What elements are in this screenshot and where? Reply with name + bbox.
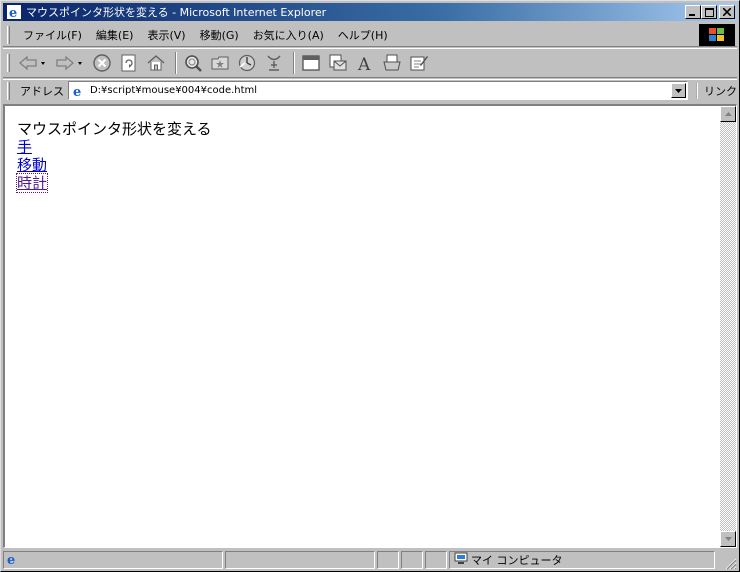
home-icon [147,55,165,71]
address-dropdown-button[interactable] [671,83,686,98]
print-button[interactable] [380,51,404,75]
standard-toolbar: A [3,48,737,78]
page-heading: マウスポインタ形状を変える [17,120,212,138]
maximize-icon [704,7,714,17]
status-page-icon: e [6,552,20,569]
vertical-scrollbar[interactable] [720,106,736,547]
chevron-down-icon [675,88,682,93]
mail-icon [329,54,347,71]
menu-favorites[interactable]: お気に入り(A) [246,25,331,45]
links-button[interactable]: リンク [696,82,737,99]
channels-icon [267,55,281,71]
close-button[interactable] [719,5,735,19]
link-hand[interactable]: 手 [17,138,212,156]
title-bar[interactable]: e マウスポインタ形状を変える - Microsoft Internet Exp… [3,3,737,21]
status-main-panel: e [3,551,223,569]
menu-view[interactable]: 表示(V) [140,25,192,45]
minimize-button[interactable] [685,5,701,19]
minimize-icon [689,14,695,16]
favorites-button[interactable] [208,51,232,75]
scroll-up-button[interactable] [720,106,736,122]
maximize-button[interactable] [701,5,717,19]
edit-icon [410,56,428,71]
print-icon [383,54,401,71]
svg-text:e: e [73,85,81,98]
stop-icon [93,54,111,72]
arrow-up-icon [724,112,732,116]
status-progress-panel [225,551,375,569]
browser-window: e マウスポインタ形状を変える - Microsoft Internet Exp… [0,0,740,572]
address-grip[interactable] [7,81,10,100]
svg-text:e: e [7,553,15,566]
back-button[interactable] [16,51,50,75]
address-input[interactable]: e D:¥script¥mouse¥004¥code.html [67,81,688,100]
toolbar-grip[interactable] [7,54,10,72]
link-clock[interactable]: 時計 [15,173,49,193]
address-bar: アドレス e D:¥script¥mouse¥004¥code.html リンク [3,79,737,101]
fullscreen-icon [302,55,320,71]
forward-icon [56,55,82,71]
history-button[interactable] [235,51,259,75]
menu-go[interactable]: 移動(G) [193,25,246,45]
resize-grip-icon[interactable] [723,556,737,570]
menu-bar: ファイル(F) 編集(E) 表示(V) 移動(G) お気に入り(A) ヘルプ(H… [3,23,737,47]
back-icon [19,55,45,71]
status-panel [377,551,399,569]
status-zone-label: マイ コンピュータ [471,554,563,567]
svg-text:e: e [9,6,17,19]
menu-grip[interactable] [7,25,10,44]
address-url[interactable]: D:¥script¥mouse¥004¥code.html [90,85,257,96]
status-panel [425,551,447,569]
status-zone-panel: マイ コンピュータ [449,551,715,569]
menu-file[interactable]: ファイル(F) [16,25,89,45]
svg-text:A: A [357,55,371,73]
toolbar-separator [293,52,295,74]
arrow-down-icon [724,537,732,541]
page-icon: e [71,83,87,99]
window-title: マウスポインタ形状を変える - Microsoft Internet Explo… [26,6,327,19]
history-icon [238,54,256,72]
fullscreen-button[interactable] [299,51,323,75]
menu-help[interactable]: ヘルプ(H) [331,25,395,45]
close-icon [723,8,731,16]
search-icon [185,55,202,72]
refresh-icon [121,54,136,72]
status-panel [401,551,423,569]
mail-button[interactable] [326,51,350,75]
refresh-button[interactable] [117,51,141,75]
windows-logo-icon [699,24,735,46]
forward-button[interactable] [53,51,87,75]
home-button[interactable] [144,51,168,75]
ie-logo-icon[interactable]: e [6,4,22,20]
favorites-icon [211,56,229,70]
menu-edit[interactable]: 編集(E) [89,25,141,45]
link-move[interactable]: 移動 [17,156,212,174]
edit-button[interactable] [407,51,431,75]
address-label: アドレス [19,84,64,98]
font-button[interactable]: A [353,51,377,75]
stop-button[interactable] [90,51,114,75]
scroll-down-button[interactable] [720,531,736,547]
toolbar-separator [175,52,177,74]
font-icon: A [357,55,371,73]
page-content: マウスポインタ形状を変える 手 移動 時計 [3,104,737,548]
channels-button[interactable] [262,51,286,75]
search-button[interactable] [181,51,205,75]
status-bar: e マイ コンピュータ [3,550,737,570]
computer-icon [454,552,468,568]
